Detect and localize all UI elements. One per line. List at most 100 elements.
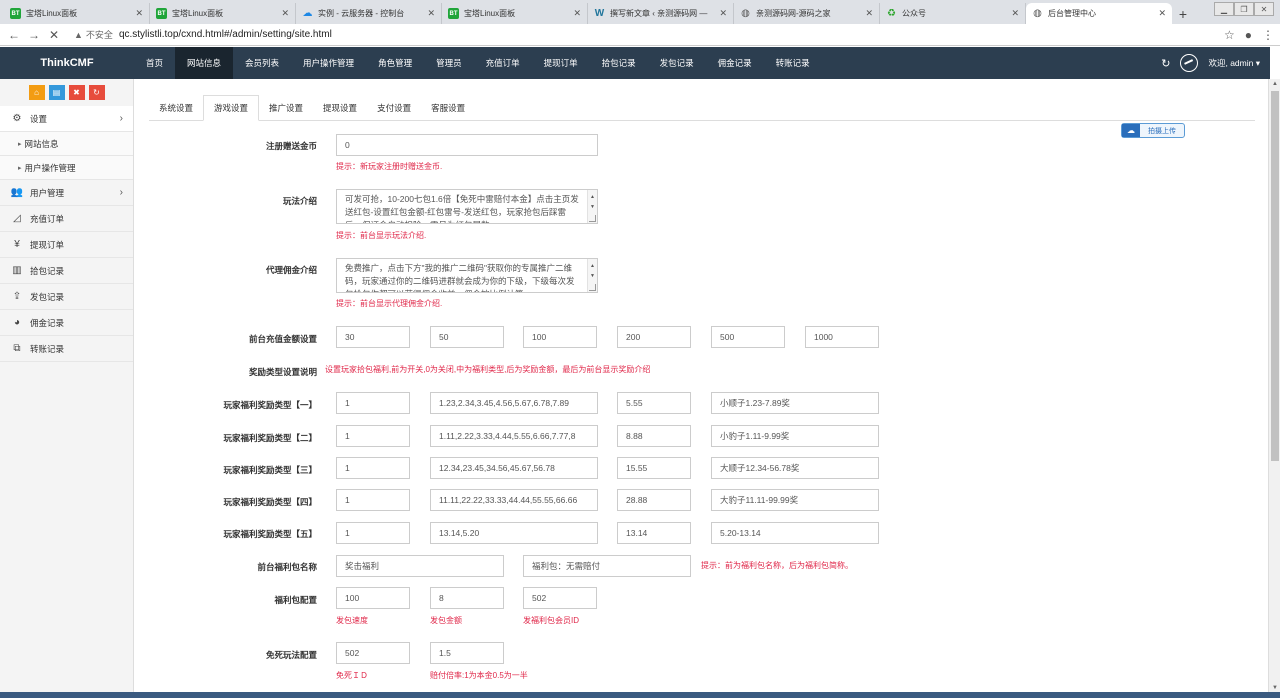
top-nav-item[interactable]: 角色管理 — [366, 47, 424, 79]
url-field[interactable]: qc.stylistli.top/cxnd.html#/admin/settin… — [119, 29, 332, 40]
top-nav-item[interactable]: 首页 — [134, 47, 175, 79]
sidebar-item-recharge[interactable]: ◿ 充值订单 — [0, 206, 133, 232]
trash-icon[interactable]: ✖ — [68, 85, 85, 100]
reward-5-type[interactable]: 13.14,5.20 — [430, 522, 598, 544]
reward-5-amount[interactable]: 13.14 — [617, 522, 691, 544]
tab-close-icon[interactable]: ✕ — [1158, 8, 1166, 19]
bookmark-star-icon[interactable]: ☆ — [1224, 28, 1235, 42]
sidebar-item-user-ops[interactable]: 用户操作管理 — [0, 156, 133, 180]
security-indicator[interactable]: ▲ 不安全 — [74, 28, 113, 41]
maximize-icon[interactable]: ❐ — [1234, 2, 1254, 16]
settings-tab[interactable]: 游戏设置 — [203, 95, 260, 121]
nodeath-ratio-input[interactable]: 1.5 — [430, 642, 504, 664]
browser-tab[interactable]: BT 宝塔Linux面板 ✕ — [4, 3, 150, 24]
reward-3-amount[interactable]: 15.55 — [617, 457, 691, 479]
stop-icon[interactable]: ✕ — [46, 28, 62, 42]
tab-close-icon[interactable]: ✕ — [281, 8, 289, 19]
reg-gift-input[interactable]: 0 — [336, 134, 598, 156]
nodeath-id-input[interactable]: 502 — [336, 642, 410, 664]
reward-5-switch[interactable]: 1 — [336, 522, 410, 544]
top-nav-item[interactable]: 会员列表 — [233, 47, 291, 79]
tab-close-icon[interactable]: ✕ — [865, 8, 873, 19]
top-nav-item[interactable]: 管理员 — [424, 47, 474, 79]
welfare-short-input[interactable]: 福利包：无需赔付 — [523, 555, 691, 577]
sidebar-item-commission[interactable]: ◕ 佣金记录 — [0, 310, 133, 336]
recharge-amount-1[interactable]: 30 — [336, 326, 410, 348]
home-icon[interactable]: ⌂ — [28, 85, 45, 100]
sidebar-item-user-mgmt[interactable]: 👥 用户管理 › — [0, 180, 133, 206]
reward-3-type[interactable]: 12.34,23.45,34.56,45.67,56.78 — [430, 457, 598, 479]
top-nav-item[interactable]: 提现订单 — [532, 47, 590, 79]
resize-handle[interactable] — [589, 215, 596, 222]
top-nav-item[interactable]: 用户操作管理 — [291, 47, 366, 79]
sidebar-item-site-info[interactable]: 网站信息 — [0, 132, 133, 156]
browser-tab[interactable]: ◍ 后台管理中心 ✕ — [1026, 3, 1172, 24]
reward-3-switch[interactable]: 1 — [336, 457, 410, 479]
avatar[interactable] — [1180, 54, 1199, 72]
welfare-name-input[interactable]: 奖击福利 — [336, 555, 504, 577]
reward-2-amount[interactable]: 8.88 — [617, 425, 691, 447]
reward-4-desc[interactable]: 大豹子11.11-99.99奖 — [711, 489, 879, 511]
reward-1-desc[interactable]: 小顺子1.23-7.89奖 — [711, 392, 879, 414]
reward-2-desc[interactable]: 小豹子1.11-9.99奖 — [711, 425, 879, 447]
forward-icon[interactable]: → — [26, 28, 42, 42]
browser-tab[interactable]: BT 宝塔Linux面板 ✕ — [150, 3, 296, 24]
top-nav-item[interactable]: 拾包记录 — [590, 47, 648, 79]
settings-tab[interactable]: 支付设置 — [367, 95, 421, 121]
recharge-amount-5[interactable]: 500 — [711, 326, 785, 348]
settings-tab[interactable]: 推广设置 — [259, 95, 313, 121]
sidebar-item-send[interactable]: ⇪ 发包记录 — [0, 284, 133, 310]
reward-1-amount[interactable]: 5.55 — [617, 392, 691, 414]
reward-2-switch[interactable]: 1 — [336, 425, 410, 447]
menu-dots-icon[interactable]: ⋮ — [1262, 28, 1274, 42]
tab-close-icon[interactable]: ✕ — [1011, 8, 1019, 19]
reward-4-type[interactable]: 11.11,22.22,33.33,44.44,55.55,66.66 — [430, 489, 598, 511]
scroll-down-icon[interactable]: ▼ — [1272, 685, 1278, 691]
sidebar-item-transfer[interactable]: ⧉ 转账记录 — [0, 336, 133, 362]
minimize-icon[interactable]: ▁ — [1214, 2, 1234, 16]
brand-logo[interactable]: ThinkCMF — [0, 57, 134, 69]
browser-tab[interactable]: ◍ 亲测源码网-源码之家 ✕ — [734, 3, 880, 24]
top-nav-item[interactable]: 佣金记录 — [706, 47, 764, 79]
settings-tab[interactable]: 客服设置 — [421, 95, 475, 121]
top-nav-item[interactable]: 充值订单 — [474, 47, 532, 79]
document-icon[interactable]: ▤ — [48, 85, 65, 100]
profile-icon[interactable]: ● — [1245, 28, 1252, 42]
scrollbar-thumb[interactable] — [1271, 91, 1279, 461]
settings-tab[interactable]: 系统设置 — [149, 95, 203, 121]
tab-close-icon[interactable]: ✕ — [427, 8, 435, 19]
user-menu[interactable]: 欢迎, admin ▾ — [1208, 57, 1260, 69]
reward-2-type[interactable]: 1.11,2.22,3.33,4.44,5.55,6.66,7.77,8 — [430, 425, 598, 447]
browser-tab[interactable]: BT 宝塔Linux面板 ✕ — [442, 3, 588, 24]
sidebar-item-settings[interactable]: ⚙ 设置 › — [0, 106, 133, 132]
upload-button[interactable]: ☁ 拍摄上传 — [1121, 123, 1185, 138]
welfare-member-input[interactable]: 502 — [523, 587, 597, 609]
browser-tab[interactable]: ☁ 实例 - 云服务器 - 控制台 ✕ — [296, 3, 442, 24]
back-icon[interactable]: ← — [6, 28, 22, 42]
welfare-speed-input[interactable]: 100 — [336, 587, 410, 609]
tab-close-icon[interactable]: ✕ — [719, 8, 727, 19]
settings-tab[interactable]: 提现设置 — [313, 95, 367, 121]
reward-4-amount[interactable]: 28.88 — [617, 489, 691, 511]
browser-tab[interactable]: ♻ 公众号 ✕ — [880, 3, 1026, 24]
refresh-icon[interactable]: ↻ — [88, 85, 105, 100]
play-intro-textarea[interactable]: 可发可抢，10-200七包1.6倍【免死中雷赔付本金】点击主页发送红包-设置红包… — [336, 189, 598, 224]
browser-tab[interactable]: W 撰写新文章 ‹ 亲测源码网 — ✕ — [588, 3, 734, 24]
scroll-up-icon[interactable]: ▲ — [1272, 81, 1278, 87]
reward-5-desc[interactable]: 5.20-13.14 — [711, 522, 879, 544]
refresh-icon[interactable]: ↻ — [1161, 57, 1170, 70]
new-tab-button[interactable]: + — [1172, 3, 1194, 24]
recharge-amount-2[interactable]: 50 — [430, 326, 504, 348]
reward-3-desc[interactable]: 大顺子12.34-56.78奖 — [711, 457, 879, 479]
sidebar-item-pickup[interactable]: ▥ 拾包记录 — [0, 258, 133, 284]
close-window-icon[interactable]: ✕ — [1254, 2, 1274, 16]
resize-handle[interactable] — [589, 284, 596, 291]
tab-close-icon[interactable]: ✕ — [135, 8, 143, 19]
recharge-amount-3[interactable]: 100 — [523, 326, 597, 348]
sidebar-item-withdraw[interactable]: ¥ 提现订单 — [0, 232, 133, 258]
recharge-amount-6[interactable]: 1000 — [805, 326, 879, 348]
top-nav-item[interactable]: 发包记录 — [648, 47, 706, 79]
reward-4-switch[interactable]: 1 — [336, 489, 410, 511]
recharge-amount-4[interactable]: 200 — [617, 326, 691, 348]
tab-close-icon[interactable]: ✕ — [573, 8, 581, 19]
